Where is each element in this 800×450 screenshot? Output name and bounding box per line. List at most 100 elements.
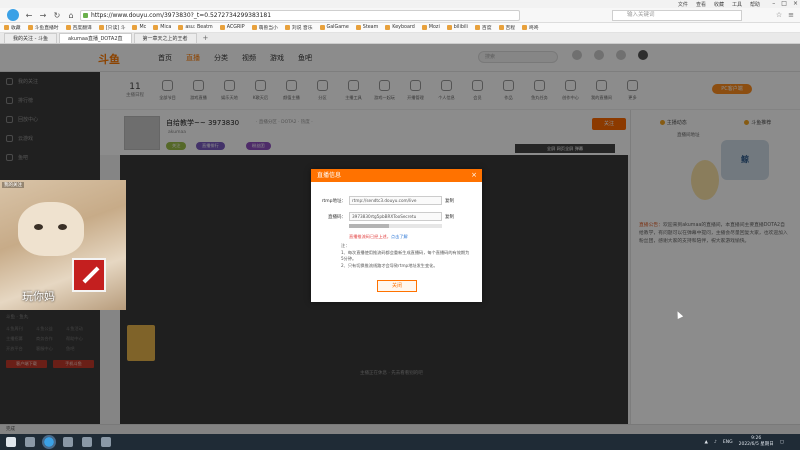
bookmark-icon xyxy=(27,25,33,30)
bookmark-icon xyxy=(522,25,528,30)
bookmark-item[interactable]: 萌兽当小 xyxy=(251,24,278,31)
note-item: 1、每次直播使用推流码都会重新生成直播码，每个直播码的有效期为5分钟。 xyxy=(341,249,470,262)
browser-tabs: 我的关注 - 斗鱼 akumaa直播_DOTA2直 第一章天之上的王者 + xyxy=(0,33,800,44)
rtmp-row: rtmp地址： rtmp://sendtc3.douyu.com/live 复制 xyxy=(317,196,454,205)
bookmark-icon xyxy=(153,25,159,30)
menu-icon[interactable]: ≡ xyxy=(788,11,794,19)
rtmp-label: rtmp地址： xyxy=(321,198,346,204)
browser-menu: 文件 查看 收藏 工具 帮助 xyxy=(678,1,760,8)
new-tab-icon[interactable]: + xyxy=(203,33,209,43)
bookmark-item[interactable]: asu: Beatm xyxy=(178,25,213,30)
bookmark-item[interactable]: Steam xyxy=(355,25,378,30)
windows-taskbar: ▲ ♪ ENG 9:26 2022/6/5 星期日 ▢ xyxy=(0,434,800,450)
network-icon[interactable]: ▲ xyxy=(705,440,708,445)
code-label: 直播码： xyxy=(328,214,346,220)
bookmark-icon xyxy=(355,25,361,30)
notification-icon[interactable]: ▢ xyxy=(780,440,784,445)
menu-item-view[interactable]: 查看 xyxy=(696,1,706,8)
stream-code-field[interactable]: 3973830rtg5pbBRXTooSecretu xyxy=(349,212,442,221)
maximize-icon[interactable]: □ xyxy=(781,0,787,7)
cat-meme-overlay: 我的关注 玩你妈 xyxy=(0,180,126,310)
close-icon[interactable]: × xyxy=(471,169,477,182)
bookmark-icon xyxy=(498,25,504,30)
start-icon[interactable] xyxy=(6,437,16,447)
address-text: https://www.douyu.com/3973830?_t=0.52727… xyxy=(91,12,272,19)
bookmarks-bar: 收藏 斗鱼直播时 百度翻译 [只读] 斗 Mc Mica asu: Beatm … xyxy=(0,23,800,33)
scrollbar-thumb[interactable] xyxy=(349,224,389,228)
overlay-follow-tag: 我的关注 xyxy=(2,182,24,188)
bookmark-item[interactable]: ACGRIP xyxy=(219,25,245,30)
address-bar[interactable]: https://www.douyu.com/3973830?_t=0.52727… xyxy=(80,10,520,21)
bookmark-item[interactable]: Mc xyxy=(132,25,146,30)
copy-code-link[interactable]: 复制 xyxy=(445,214,454,220)
bookmark-item[interactable]: 收藏 xyxy=(4,24,21,31)
language-indicator[interactable]: ENG xyxy=(723,440,733,445)
bookmark-item[interactable]: Mozi xyxy=(421,25,440,30)
star-icon xyxy=(4,25,9,30)
bookmark-item[interactable]: 百度 xyxy=(474,24,492,31)
bookmark-icon xyxy=(219,25,225,30)
bookmark-item[interactable]: Mica xyxy=(153,25,171,30)
bookmark-icon xyxy=(65,25,71,30)
file-explorer-icon[interactable] xyxy=(63,437,73,447)
bookmark-item[interactable]: GalGame xyxy=(319,25,349,30)
menu-item-tools[interactable]: 工具 xyxy=(732,1,742,8)
close-window-icon[interactable]: × xyxy=(793,0,798,7)
tab-live-room[interactable]: akumaa直播_DOTA2直 xyxy=(58,33,132,43)
refresh-icon[interactable]: ↻ xyxy=(53,11,61,20)
bookmark-item[interactable]: Keyboard xyxy=(385,25,415,30)
home-icon[interactable]: ⌂ xyxy=(67,11,75,20)
bookmark-item[interactable]: 咚咚 xyxy=(522,24,539,31)
browser-taskbar-icon[interactable] xyxy=(42,435,56,449)
minimize-icon[interactable]: – xyxy=(772,0,775,7)
stream-info-dialog: 直播信息 × rtmp地址： rtmp://sendtc3.douyu.com/… xyxy=(311,169,482,302)
cat-eye xyxy=(34,224,43,230)
tab-following[interactable]: 我的关注 - 斗鱼 xyxy=(4,33,57,43)
bookmark-icon xyxy=(132,25,138,30)
back-icon[interactable]: ← xyxy=(25,11,33,20)
extension-icon[interactable]: ☆ xyxy=(776,11,782,19)
menu-item-help[interactable]: 帮助 xyxy=(750,1,760,8)
bookmark-item[interactable]: 刘说 音乐 xyxy=(284,24,313,31)
clock-date: 2022/6/5 星期日 xyxy=(738,442,774,447)
copy-rtmp-link[interactable]: 复制 xyxy=(445,198,454,204)
lock-icon xyxy=(83,13,88,18)
note-item: 2、只有切换推流线路才会导致rtmp地址发生变化。 xyxy=(341,262,438,268)
code-row: 直播码： 3973830rtg5pbBRXTooSecretu 复制 xyxy=(317,212,454,221)
warning-text: 直播推流码已经上述， xyxy=(349,234,391,239)
rtmp-field[interactable]: rtmp://sendtc3.douyu.com/live xyxy=(349,196,442,205)
bookmark-icon xyxy=(421,25,427,30)
browser-navbar: ← → ↻ ⌂ https://www.douyu.com/3973830?_t… xyxy=(0,8,800,23)
obs-icon[interactable] xyxy=(101,437,111,447)
bookmark-icon xyxy=(98,25,104,30)
bookmark-item[interactable]: 吉程 xyxy=(498,24,515,31)
browser-search-input[interactable]: 输入关键词 xyxy=(612,10,742,21)
steam-icon[interactable] xyxy=(82,437,92,447)
browser-toolbar-right: ☆ ≡ xyxy=(776,11,794,19)
dota-logo-icon xyxy=(72,258,106,292)
system-tray: ▲ ♪ ENG 9:26 2022/6/5 星期日 ▢ xyxy=(705,436,784,448)
dialog-notes: 注： 1、每次直播使用推流码都会重新生成直播码，每个直播码的有效期为5分钟。 2… xyxy=(341,243,471,269)
bookmark-icon xyxy=(319,25,325,30)
menu-item-favorites[interactable]: 收藏 xyxy=(714,1,724,8)
browser-titlebar: 文件 查看 收藏 工具 帮助 – □ × xyxy=(0,0,800,8)
forward-icon[interactable]: → xyxy=(39,11,47,20)
learn-more-link[interactable]: 点击了解 xyxy=(391,234,408,239)
cat-face xyxy=(18,202,84,256)
close-button[interactable]: 关闭 xyxy=(377,280,417,292)
bookmark-item[interactable]: 百度翻译 xyxy=(65,24,92,31)
browser-logo-icon[interactable] xyxy=(7,9,19,21)
search-placeholder: 输入关键词 xyxy=(627,12,655,18)
bookmark-item[interactable]: bilibili xyxy=(446,25,468,30)
volume-icon[interactable]: ♪ xyxy=(714,440,717,445)
taskview-icon[interactable] xyxy=(25,437,35,447)
tab-novel[interactable]: 第一章天之上的王者 xyxy=(133,33,197,43)
menu-item-file[interactable]: 文件 xyxy=(678,1,688,8)
bookmark-icon xyxy=(446,25,452,30)
bookmark-item[interactable]: [只读] 斗 xyxy=(98,24,125,31)
code-scrollbar[interactable] xyxy=(349,224,442,228)
bookmark-item[interactable]: 斗鱼直播时 xyxy=(27,24,59,31)
warning-line: 直播推流码已经上述，点击了解 xyxy=(349,234,408,240)
overlay-caption: 玩你妈 xyxy=(22,290,55,303)
clock[interactable]: 9:26 2022/6/5 星期日 xyxy=(739,436,774,448)
